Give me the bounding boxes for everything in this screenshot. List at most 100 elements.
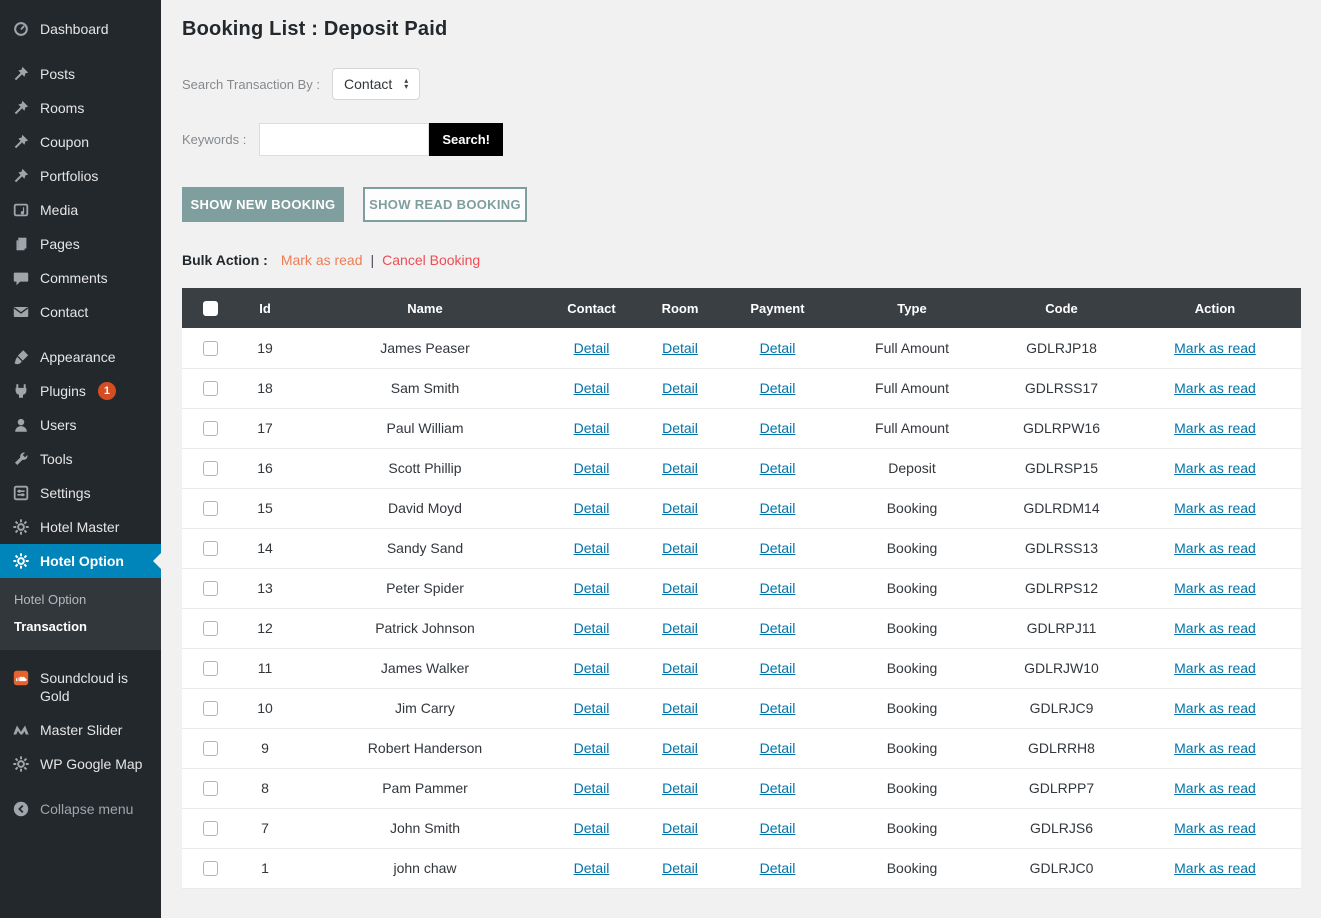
contact-detail-link[interactable]: Detail [574,860,610,876]
payment-detail-link[interactable]: Detail [760,540,796,556]
row-checkbox[interactable] [202,501,218,517]
room-detail-link[interactable]: Detail [662,380,698,396]
contact-detail-link[interactable]: Detail [574,340,610,356]
payment-detail-link[interactable]: Detail [760,420,796,436]
row-checkbox[interactable] [202,541,218,557]
payment-detail-link[interactable]: Detail [760,340,796,356]
submenu-item-transaction[interactable]: Transaction [0,613,161,640]
row-checkbox[interactable] [202,781,218,797]
payment-detail-link[interactable]: Detail [760,380,796,396]
show-new-booking-button[interactable]: SHOW NEW BOOKING [182,187,344,222]
sidebar-item-users[interactable]: Users [0,408,161,442]
mark-as-read-link[interactable]: Mark as read [1174,780,1256,796]
row-checkbox[interactable] [202,621,218,637]
payment-detail-link[interactable]: Detail [760,500,796,516]
mark-as-read-link[interactable]: Mark as read [1174,740,1256,756]
contact-detail-link[interactable]: Detail [574,420,610,436]
mark-as-read-link[interactable]: Mark as read [1174,380,1256,396]
sidebar-item-tools[interactable]: Tools [0,442,161,476]
sidebar-item-rooms[interactable]: Rooms [0,91,161,125]
show-read-booking-button[interactable]: SHOW READ BOOKING [363,187,527,222]
sidebar-item-hotel-option[interactable]: Hotel Option [0,544,161,578]
submenu-item-hotel-option[interactable]: Hotel Option [0,586,161,613]
search-by-select[interactable]: Contact ▴ ▾ [332,68,421,100]
mark-as-read-link[interactable]: Mark as read [1174,340,1256,356]
room-detail-link[interactable]: Detail [662,620,698,636]
mark-as-read-link[interactable]: Mark as read [1174,540,1256,556]
payment-detail-link[interactable]: Detail [760,660,796,676]
contact-detail-link[interactable]: Detail [574,380,610,396]
payment-detail-link[interactable]: Detail [760,780,796,796]
contact-detail-link[interactable]: Detail [574,700,610,716]
room-detail-link[interactable]: Detail [662,740,698,756]
sidebar-item-comments[interactable]: Comments [0,261,161,295]
mark-as-read-link[interactable]: Mark as read [1174,420,1256,436]
sidebar-item-posts[interactable]: Posts [0,57,161,91]
contact-detail-link[interactable]: Detail [574,780,610,796]
row-checkbox[interactable] [202,821,218,837]
mark-as-read-link[interactable]: Mark as read [1174,700,1256,716]
sidebar-item-plugins[interactable]: Plugins 1 [0,374,161,408]
room-detail-link[interactable]: Detail [662,780,698,796]
row-checkbox[interactable] [202,461,218,477]
mark-as-read-link[interactable]: Mark as read [1174,580,1256,596]
room-detail-link[interactable]: Detail [662,820,698,836]
row-checkbox[interactable] [202,861,218,877]
payment-detail-link[interactable]: Detail [760,700,796,716]
row-checkbox[interactable] [202,661,218,677]
sidebar-item-collapse-menu[interactable]: Collapse menu [0,792,161,826]
mark-as-read-link[interactable]: Mark as read [1174,500,1256,516]
row-checkbox[interactable] [202,701,218,717]
room-detail-link[interactable]: Detail [662,420,698,436]
row-checkbox[interactable] [202,341,218,357]
sidebar-item-pages[interactable]: Pages [0,227,161,261]
room-detail-link[interactable]: Detail [662,660,698,676]
payment-detail-link[interactable]: Detail [760,820,796,836]
mark-as-read-link[interactable]: Mark as read [1174,660,1256,676]
sidebar-item-settings[interactable]: Settings [0,476,161,510]
contact-detail-link[interactable]: Detail [574,660,610,676]
room-detail-link[interactable]: Detail [662,540,698,556]
room-detail-link[interactable]: Detail [662,340,698,356]
contact-detail-link[interactable]: Detail [574,500,610,516]
contact-detail-link[interactable]: Detail [574,820,610,836]
room-detail-link[interactable]: Detail [662,500,698,516]
search-button[interactable]: Search! [429,123,504,156]
payment-detail-link[interactable]: Detail [760,620,796,636]
sidebar-item-media[interactable]: Media [0,193,161,227]
bulk-mark-as-read-link[interactable]: Mark as read [281,252,363,268]
keywords-input[interactable] [259,123,430,156]
room-detail-link[interactable]: Detail [662,860,698,876]
row-checkbox[interactable] [202,741,218,757]
sidebar-item-soundcloud-is-gold[interactable]: Soundcloud is Gold [0,661,161,713]
room-detail-link[interactable]: Detail [662,580,698,596]
room-detail-link[interactable]: Detail [662,460,698,476]
sidebar-item-coupon[interactable]: Coupon [0,125,161,159]
mark-as-read-link[interactable]: Mark as read [1174,460,1256,476]
sidebar-item-hotel-master[interactable]: Hotel Master [0,510,161,544]
contact-detail-link[interactable]: Detail [574,740,610,756]
contact-detail-link[interactable]: Detail [574,540,610,556]
sidebar-item-wp-google-map[interactable]: WP Google Map [0,747,161,781]
contact-detail-link[interactable]: Detail [574,580,610,596]
contact-detail-link[interactable]: Detail [574,620,610,636]
sidebar-item-dashboard[interactable]: Dashboard [0,12,161,46]
row-checkbox[interactable] [202,421,218,437]
sidebar-item-portfolios[interactable]: Portfolios [0,159,161,193]
payment-detail-link[interactable]: Detail [760,860,796,876]
row-checkbox[interactable] [202,581,218,597]
sidebar-item-contact[interactable]: Contact [0,295,161,329]
mark-as-read-link[interactable]: Mark as read [1174,620,1256,636]
payment-detail-link[interactable]: Detail [760,580,796,596]
select-all-checkbox[interactable] [202,301,218,317]
room-detail-link[interactable]: Detail [662,700,698,716]
sidebar-item-appearance[interactable]: Appearance [0,340,161,374]
payment-detail-link[interactable]: Detail [760,740,796,756]
row-checkbox[interactable] [202,381,218,397]
payment-detail-link[interactable]: Detail [760,460,796,476]
contact-detail-link[interactable]: Detail [574,460,610,476]
sidebar-item-master-slider[interactable]: Master Slider [0,713,161,747]
bulk-cancel-booking-link[interactable]: Cancel Booking [382,252,480,268]
mark-as-read-link[interactable]: Mark as read [1174,860,1256,876]
mark-as-read-link[interactable]: Mark as read [1174,820,1256,836]
